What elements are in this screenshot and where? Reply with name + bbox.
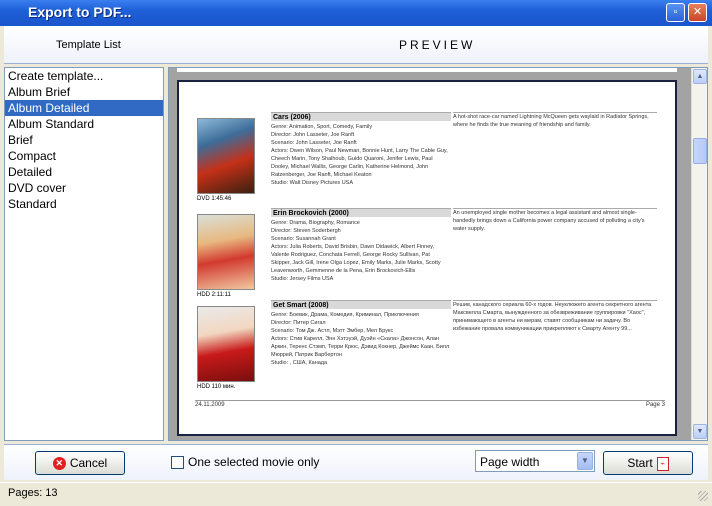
movie-genre: Genre: Animation, Sport, Comedy, Family: [271, 124, 373, 130]
title-bar: Export to PDF... ▫ ✕: [0, 0, 712, 26]
movie-actors: Actors: Стив Карелл, Энн Хэтэуэй, Дуэйн …: [271, 336, 450, 358]
scroll-up-icon[interactable]: ▲: [693, 69, 707, 84]
template-item[interactable]: Standard: [5, 196, 163, 212]
preview-panel: DVD 1:45:46 Cars (2006) Genre: Animation…: [168, 67, 708, 441]
resize-grip-icon[interactable]: [698, 491, 708, 501]
movie-info: Genre: Animation, Sport, Comedy, Family …: [271, 123, 451, 187]
media-caption: HDD 110 мин.: [197, 384, 236, 390]
cancel-icon: ✕: [52, 457, 66, 471]
preview-heading: PREVIEW: [399, 38, 476, 52]
movie-director: Director: John Lasseter, Joe Ranft: [271, 132, 355, 138]
media-caption: DVD 1:45:46: [197, 196, 232, 202]
bottom-toolbar: ✕ Cancel One selected movie only Page wid…: [4, 444, 708, 480]
one-movie-checkbox[interactable]: [171, 456, 184, 469]
movie-genre: Genre: Drama, Biography, Romance: [271, 220, 360, 226]
movie-cover: [197, 214, 255, 290]
template-item[interactable]: DVD cover: [5, 180, 163, 196]
template-item[interactable]: Brief: [5, 132, 163, 148]
start-button[interactable]: Start ⌁: [603, 451, 693, 475]
template-item[interactable]: Create template...: [5, 68, 163, 84]
movie-studio: Studio: Jersey Films USA: [271, 276, 334, 282]
movie-actors: Actors: Julia Roberts, David Brisbin, Da…: [271, 244, 441, 274]
close-icon[interactable]: ✕: [688, 3, 707, 22]
template-item-selected[interactable]: Album Detailed: [5, 100, 163, 116]
zoom-select[interactable]: Page width ▼: [475, 450, 595, 472]
status-bar: Pages: 13: [0, 482, 712, 506]
scroll-down-icon[interactable]: ▼: [693, 424, 707, 439]
cancel-button[interactable]: ✕ Cancel: [35, 451, 125, 475]
window-title: Export to PDF...: [28, 4, 132, 20]
pdf-icon: ⌁: [656, 456, 669, 471]
movie-scenario: Scenario: Том Дж. Астл, Мэтт Эмбер, Мел …: [271, 328, 394, 334]
movie-cover: [197, 118, 255, 194]
movie-description: Решив, канадского сериала 60-х годов. Не…: [453, 302, 652, 332]
header-panel: Template List PREVIEW: [4, 26, 708, 64]
cancel-label: Cancel: [69, 456, 108, 470]
movie-description: An unemployed single mother becomes a le…: [453, 210, 645, 232]
template-list-heading: Template List: [56, 39, 121, 51]
movie-studio: Studio: , США, Канада: [271, 360, 328, 366]
page-footer: 24.11.2009 Page 3: [195, 400, 665, 408]
zoom-value: Page width: [480, 455, 540, 469]
movie-scenario: Scenario: Susannah Grant: [271, 236, 336, 242]
movie-scenario: Scenario: John Lasseter, Joe Ranft: [271, 140, 357, 146]
movie-description: A hot-shot race-car named Lightning McQu…: [453, 114, 649, 128]
previous-page-edge: [177, 68, 677, 72]
movie-director: Director: Питер Сигал: [271, 320, 326, 326]
movie-title: Get Smart (2008): [271, 300, 451, 309]
page-count: Pages: 13: [8, 487, 58, 499]
start-label: Start: [627, 456, 653, 470]
movie-info: Genre: Drama, Biography, Romance Directo…: [271, 219, 451, 283]
movie-genre: Genre: Боевик, Драма, Комедия, Криминал,…: [271, 312, 419, 318]
movie-director: Director: Steven Soderbergh: [271, 228, 341, 234]
movie-info: Genre: Боевик, Драма, Комедия, Криминал,…: [271, 311, 451, 367]
movie-cover: [197, 306, 255, 382]
preview-page: DVD 1:45:46 Cars (2006) Genre: Animation…: [177, 80, 677, 436]
movie-studio: Studio: Walt Disney Pictures USA: [271, 180, 354, 186]
maximize-icon[interactable]: ▫: [666, 3, 685, 22]
preview-scrollbar[interactable]: ▲ ▼: [691, 68, 707, 440]
template-item[interactable]: Compact: [5, 148, 163, 164]
template-item[interactable]: Detailed: [5, 164, 163, 180]
template-item[interactable]: Album Brief: [5, 84, 163, 100]
movie-title: Cars (2006): [271, 112, 451, 121]
scrollbar-thumb[interactable]: [693, 138, 707, 164]
template-list[interactable]: Create template... Album Brief Album Det…: [4, 67, 164, 441]
preview-area: DVD 1:45:46 Cars (2006) Genre: Animation…: [169, 68, 693, 440]
footer-date: 24.11.2009: [195, 402, 225, 408]
movie-actors: Actors: Owen Wilson, Paul Newman, Bonnie…: [271, 148, 448, 178]
media-caption: HDD 2:11:11: [197, 292, 231, 298]
one-movie-checkbox-label[interactable]: One selected movie only: [188, 455, 319, 469]
footer-page-number: Page 3: [645, 402, 665, 408]
movie-title: Erin Brockovich (2000): [271, 208, 451, 217]
chevron-down-icon[interactable]: ▼: [577, 452, 593, 470]
template-item[interactable]: Album Standard: [5, 116, 163, 132]
